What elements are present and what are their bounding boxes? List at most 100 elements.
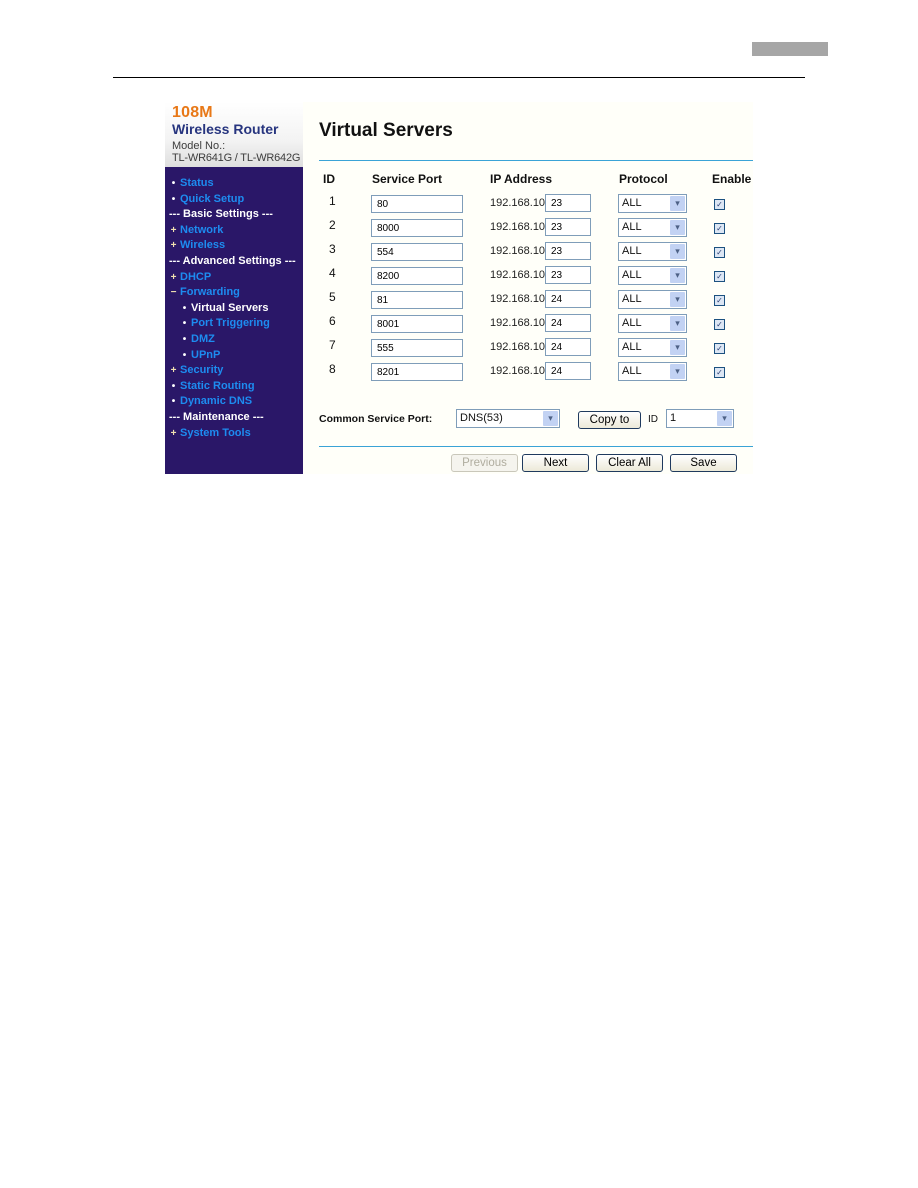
page-header-tab [752, 42, 828, 56]
menu-section-advanced-settings: --- Advanced Settings --- [169, 254, 296, 267]
bullet-icon: • [182, 302, 187, 314]
sidebar-item-static-routing[interactable]: • Static Routing [165, 379, 303, 395]
row-id: 2 [329, 218, 336, 232]
sidebar-item-security[interactable]: + Security [165, 363, 303, 379]
common-service-port-value: DNS(53) [460, 412, 503, 424]
sidebar-item-label: Wireless [180, 239, 226, 252]
ip-last-octet-input[interactable] [545, 242, 591, 260]
sidebar-item-network[interactable]: + Network [165, 223, 303, 239]
table-row: 6 192.168.10. ALL ▾ ✓ [303, 314, 753, 336]
checkmark-icon: ✓ [716, 344, 723, 353]
chevron-down-icon[interactable]: ▾ [717, 411, 732, 426]
protocol-select[interactable]: ALL ▾ [618, 194, 687, 213]
expand-plus-icon: + [170, 271, 177, 283]
sidebar-item-system-tools[interactable]: + System Tools [165, 426, 303, 442]
table-row: 4 192.168.10. ALL ▾ ✓ [303, 266, 753, 288]
chevron-down-icon[interactable]: ▾ [670, 364, 685, 379]
checkmark-icon: ✓ [716, 248, 723, 257]
enable-checkbox[interactable]: ✓ [714, 199, 725, 210]
ip-prefix: 192.168.10. [490, 221, 549, 233]
chevron-down-icon[interactable]: ▾ [670, 292, 685, 307]
enable-checkbox[interactable]: ✓ [714, 247, 725, 258]
expand-plus-icon: + [170, 240, 177, 252]
sidebar-item-wireless[interactable]: + Wireless [165, 238, 303, 254]
service-port-input[interactable] [371, 243, 463, 261]
sidebar-item-dmz[interactable]: • DMZ [165, 332, 303, 348]
checkmark-icon: ✓ [716, 368, 723, 377]
sidebar-menu: • Status • Quick Setup --- Basic Settings --… [165, 176, 303, 441]
ip-last-octet-input[interactable] [545, 194, 591, 212]
sidebar-item-forwarding[interactable]: − Forwarding [165, 285, 303, 301]
protocol-select[interactable]: ALL ▾ [618, 362, 687, 381]
sidebar-item-quick-setup[interactable]: • Quick Setup [165, 192, 303, 208]
protocol-select[interactable]: ALL ▾ [618, 314, 687, 333]
service-port-input[interactable] [371, 339, 463, 357]
bullet-icon: • [182, 349, 187, 361]
sidebar-item-label: Network [180, 223, 224, 236]
service-port-input[interactable] [371, 291, 463, 309]
table-row: 3 192.168.10. ALL ▾ ✓ [303, 242, 753, 264]
protocol-value: ALL [622, 245, 642, 257]
next-button[interactable]: Next [522, 454, 589, 472]
bullet-icon: • [171, 178, 176, 189]
bullet-icon: • [171, 396, 176, 408]
chevron-down-icon[interactable]: ▾ [670, 220, 685, 235]
table-row: 8 192.168.10. ALL ▾ ✓ [303, 362, 753, 384]
sidebar-item-label: DMZ [191, 332, 215, 345]
sidebar-item-virtual-servers[interactable]: • Virtual Servers [165, 301, 303, 317]
previous-button[interactable]: Previous [451, 454, 518, 472]
ip-last-octet-input[interactable] [545, 266, 591, 284]
bullet-icon: • [171, 380, 176, 392]
menu-section-basic-settings: --- Basic Settings --- [169, 208, 273, 221]
enable-checkbox[interactable]: ✓ [714, 367, 725, 378]
enable-checkbox[interactable]: ✓ [714, 271, 725, 282]
protocol-select[interactable]: ALL ▾ [618, 290, 687, 309]
enable-checkbox[interactable]: ✓ [714, 319, 725, 330]
service-port-input[interactable] [371, 363, 463, 381]
chevron-down-icon[interactable]: ▾ [670, 244, 685, 259]
table-row: 7 192.168.10. ALL ▾ ✓ [303, 338, 753, 360]
chevron-down-icon[interactable]: ▾ [670, 268, 685, 283]
enable-checkbox[interactable]: ✓ [714, 343, 725, 354]
chevron-down-icon[interactable]: ▾ [670, 316, 685, 331]
service-port-input[interactable] [371, 267, 463, 285]
protocol-select[interactable]: ALL ▾ [618, 242, 687, 261]
clear-all-button[interactable]: Clear All [596, 454, 663, 472]
ip-last-octet-input[interactable] [545, 338, 591, 356]
ip-last-octet-input[interactable] [545, 362, 591, 380]
brand-model-number: TL-WR641G / TL-WR642G [172, 152, 301, 164]
header-rule [113, 77, 805, 78]
save-button[interactable]: Save [670, 454, 737, 472]
protocol-value: ALL [622, 221, 642, 233]
sidebar-item-dynamic-dns[interactable]: • Dynamic DNS [165, 394, 303, 410]
row-id: 7 [329, 338, 336, 352]
enable-checkbox[interactable]: ✓ [714, 223, 725, 234]
row-id: 4 [329, 266, 336, 280]
sidebar-item-dhcp[interactable]: + DHCP [165, 270, 303, 286]
protocol-select[interactable]: ALL ▾ [618, 338, 687, 357]
ip-last-octet-input[interactable] [545, 218, 591, 236]
page-title: Virtual Servers [319, 120, 453, 141]
service-port-input[interactable] [371, 315, 463, 333]
ip-last-octet-input[interactable] [545, 314, 591, 332]
id-select[interactable]: 1 ▾ [666, 409, 734, 428]
protocol-select[interactable]: ALL ▾ [618, 266, 687, 285]
protocol-select[interactable]: ALL ▾ [618, 218, 687, 237]
sidebar-item-status[interactable]: • Status [165, 176, 303, 192]
sidebar-item-upnp[interactable]: • UPnP [165, 348, 303, 364]
ip-last-octet-input[interactable] [545, 290, 591, 308]
chevron-down-icon[interactable]: ▾ [670, 196, 685, 211]
checkmark-icon: ✓ [716, 224, 723, 233]
sidebar-item-port-triggering[interactable]: • Port Triggering [165, 316, 303, 332]
chevron-down-icon[interactable]: ▾ [543, 411, 558, 426]
bullet-icon: • [182, 318, 187, 330]
header-enable: Enable [712, 172, 752, 186]
menu-section-maintenance: --- Maintenance --- [169, 410, 264, 423]
enable-checkbox[interactable]: ✓ [714, 295, 725, 306]
chevron-down-icon[interactable]: ▾ [670, 340, 685, 355]
service-port-input[interactable] [371, 219, 463, 237]
copy-to-button[interactable]: Copy to [578, 411, 641, 429]
common-service-port-select[interactable]: DNS(53) ▾ [456, 409, 560, 428]
service-port-input[interactable] [371, 195, 463, 213]
table-row: 5 192.168.10. ALL ▾ ✓ [303, 290, 753, 312]
